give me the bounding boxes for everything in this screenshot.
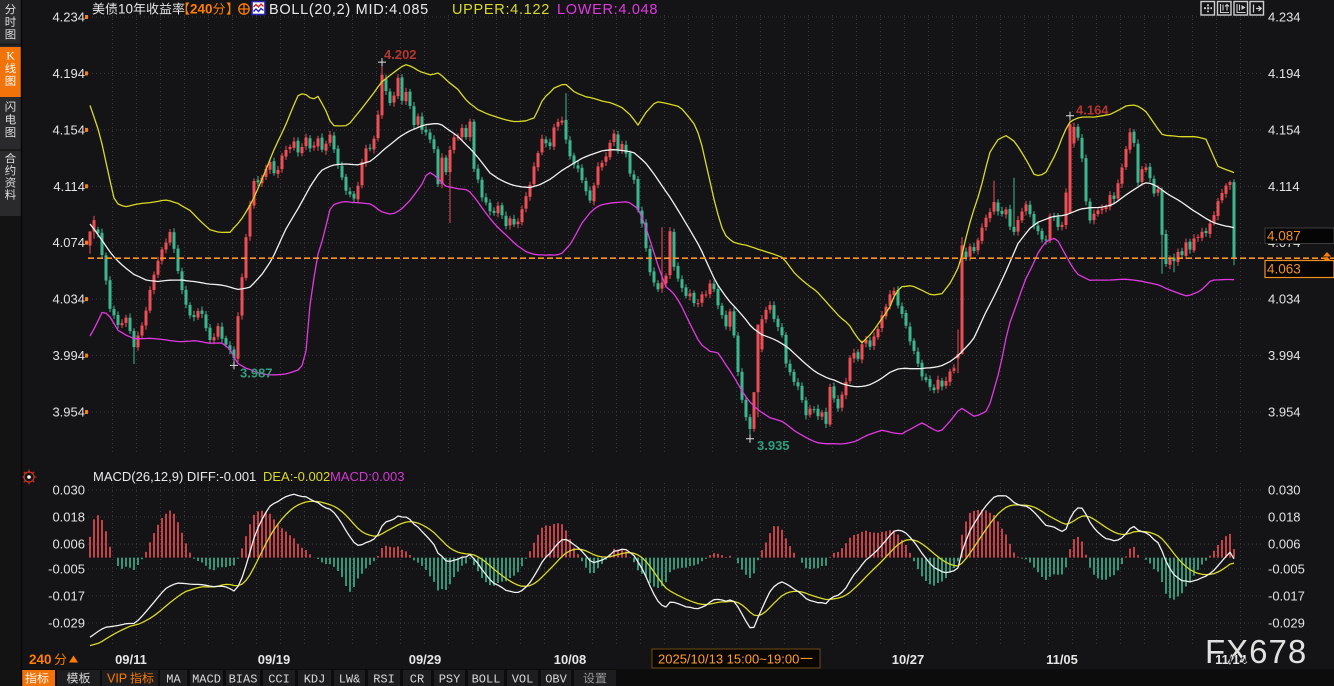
- svg-text:0.006: 0.006: [52, 537, 85, 552]
- svg-text:LOWER:4.048: LOWER:4.048: [557, 2, 658, 18]
- svg-text:4.114: 4.114: [53, 179, 85, 194]
- svg-text:VIP: VIP: [107, 672, 127, 686]
- svg-text:10: 10: [118, 2, 133, 17]
- svg-text:0.018: 0.018: [52, 510, 85, 525]
- svg-text:2025/10/13 15:00~19:00: 2025/10/13 15:00~19:00: [658, 652, 799, 667]
- svg-text:-0.029: -0.029: [48, 616, 85, 631]
- svg-text:-0.017: -0.017: [48, 588, 85, 603]
- svg-text:0.030: 0.030: [1268, 483, 1301, 498]
- svg-text:4.034: 4.034: [1268, 292, 1301, 307]
- svg-text:4.234: 4.234: [1268, 10, 1301, 25]
- svg-text:4.202: 4.202: [384, 47, 417, 62]
- svg-text:DEA:-0.002: DEA:-0.002: [263, 469, 330, 484]
- svg-text:BOLL: BOLL: [472, 673, 501, 686]
- svg-text:09/29: 09/29: [409, 652, 442, 667]
- svg-text:3.954: 3.954: [1268, 405, 1301, 420]
- svg-text:09/19: 09/19: [258, 652, 291, 667]
- svg-text:-0.017: -0.017: [1268, 588, 1305, 603]
- svg-text:OBV: OBV: [545, 673, 567, 686]
- svg-text:3.935: 3.935: [757, 438, 790, 453]
- svg-text:BIAS: BIAS: [229, 673, 258, 686]
- svg-text:4.194: 4.194: [1268, 66, 1301, 81]
- svg-text:4.063: 4.063: [1267, 262, 1301, 277]
- svg-text:RSI: RSI: [373, 673, 395, 686]
- svg-text:MA: MA: [166, 673, 181, 686]
- svg-text:10/27: 10/27: [892, 652, 925, 667]
- svg-text:240: 240: [29, 652, 52, 667]
- svg-text:4.154: 4.154: [1268, 122, 1301, 137]
- svg-text:4.234: 4.234: [52, 10, 85, 25]
- svg-text:0.030: 0.030: [52, 483, 85, 498]
- svg-text:PSY: PSY: [439, 673, 461, 686]
- svg-text:3.954: 3.954: [52, 405, 85, 420]
- svg-text:BOLL(20,2) MID:4.085: BOLL(20,2) MID:4.085: [269, 2, 429, 18]
- svg-text:MACD: MACD: [192, 673, 221, 686]
- svg-text:-0.029: -0.029: [1268, 616, 1305, 631]
- svg-text:UPPER:4.122: UPPER:4.122: [452, 2, 550, 18]
- svg-text:4.074: 4.074: [52, 235, 85, 250]
- svg-text:MACD:0.003: MACD:0.003: [330, 469, 404, 484]
- svg-text:VOL: VOL: [512, 673, 534, 686]
- svg-text:10/08: 10/08: [554, 652, 587, 667]
- svg-text:4.034: 4.034: [52, 292, 85, 307]
- svg-text:LW&: LW&: [339, 673, 361, 686]
- svg-text:0.018: 0.018: [1268, 510, 1301, 525]
- svg-text:3.987: 3.987: [240, 365, 273, 380]
- svg-text:09/11: 09/11: [115, 652, 147, 667]
- svg-text:FX678: FX678: [1205, 633, 1307, 670]
- svg-text:MACD(26,12,9) DIFF:-0.001: MACD(26,12,9) DIFF:-0.001: [93, 469, 256, 484]
- svg-text:-0.005: -0.005: [48, 561, 85, 576]
- svg-text:-0.005: -0.005: [1268, 561, 1305, 576]
- svg-text:11/05: 11/05: [1046, 652, 1078, 667]
- svg-text:0.006: 0.006: [1268, 537, 1301, 552]
- svg-text:CR: CR: [410, 673, 424, 686]
- svg-text:4.154: 4.154: [52, 122, 85, 137]
- svg-text:4.194: 4.194: [52, 66, 85, 81]
- svg-text:KDJ: KDJ: [304, 673, 326, 686]
- svg-text:3.994: 3.994: [1268, 348, 1301, 363]
- svg-text:4.087: 4.087: [1267, 229, 1301, 244]
- svg-text:3.994: 3.994: [52, 348, 85, 363]
- svg-text:240: 240: [190, 2, 213, 17]
- svg-text:4.164: 4.164: [1076, 103, 1109, 118]
- svg-text:4.114: 4.114: [1268, 179, 1300, 194]
- svg-text:CCI: CCI: [268, 673, 290, 686]
- svg-text:K: K: [6, 51, 15, 63]
